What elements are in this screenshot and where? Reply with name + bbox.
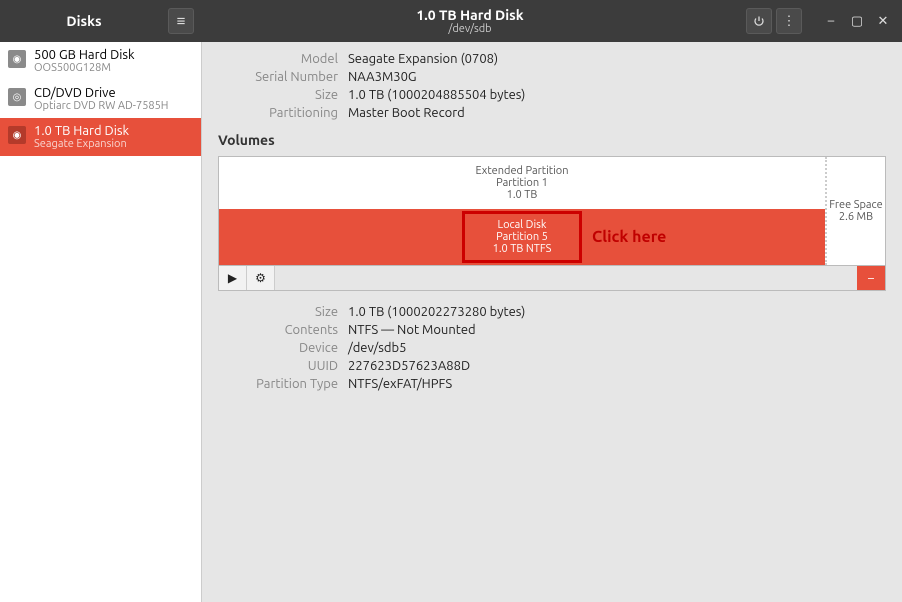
delete-partition-button[interactable]: – <box>857 266 885 290</box>
volumes-diagram: Extended Partition Partition 1 1.0 TB Lo… <box>218 156 886 266</box>
volume-logical-selected[interactable]: Local Disk Partition 5 1.0 TB NTFS Click… <box>219 209 825 265</box>
drive-info: Model Seagate Expansion (0708) Serial Nu… <box>218 52 886 120</box>
sidebar-item-disk-0[interactable]: ◉ 500 GB Hard Disk OOS500G128M <box>0 42 201 80</box>
volumes-toolbar: ▶ ⚙ – <box>218 266 886 291</box>
sidebar-item-label: 500 GB Hard Disk <box>34 48 135 62</box>
app-title: Disks <box>8 13 160 29</box>
power-button[interactable] <box>746 8 772 34</box>
p-device-value: /dev/sdb5 <box>348 341 886 355</box>
p-device-label: Device <box>218 341 338 355</box>
p-uuid-label: UUID <box>218 359 338 373</box>
kebab-icon: ⋮ <box>783 14 796 29</box>
sidebar-item-label: CD/DVD Drive <box>34 86 168 100</box>
partitioning-value: Master Boot Record <box>348 106 886 120</box>
partition-info: Size 1.0 TB (1000202273280 bytes) Conten… <box>218 305 886 391</box>
volume-extended[interactable]: Extended Partition Partition 1 1.0 TB Lo… <box>219 157 825 265</box>
window-subtitle: /dev/sdb <box>202 23 738 35</box>
p-contents-value: NTFS — Not Mounted <box>348 323 886 337</box>
content: ◉ 500 GB Hard Disk OOS500G128M ◎ CD/DVD … <box>0 42 902 602</box>
sidebar-item-sublabel: Optiarc DVD RW AD-7585H <box>34 100 168 112</box>
volume-free-space[interactable]: Free Space 2.6 MB <box>825 157 885 265</box>
sidebar: ◉ 500 GB Hard Disk OOS500G128M ◎ CD/DVD … <box>0 42 202 602</box>
p-contents-label: Contents <box>218 323 338 337</box>
volumes-header: Volumes <box>218 132 886 148</box>
size-label: Size <box>218 88 338 102</box>
model-value: Seagate Expansion (0708) <box>348 52 886 66</box>
sidebar-item-disk-2[interactable]: ◉ 1.0 TB Hard Disk Seagate Expansion <box>0 118 201 156</box>
close-button[interactable]: ✕ <box>872 8 894 34</box>
power-icon <box>753 15 765 27</box>
p-size-label: Size <box>218 305 338 319</box>
minimize-icon: – <box>828 14 834 28</box>
serial-value: NAA3M30G <box>348 70 886 84</box>
volume-extended-header: Extended Partition Partition 1 1.0 TB <box>219 157 825 209</box>
partition-options-button[interactable]: ⚙ <box>247 266 275 290</box>
drive-menu-button[interactable]: ⋮ <box>776 8 802 34</box>
main-panel: Model Seagate Expansion (0708) Serial Nu… <box>202 42 902 602</box>
p-size-value: 1.0 TB (1000202273280 bytes) <box>348 305 886 319</box>
maximize-icon: ▢ <box>851 14 863 29</box>
titlebar-right: ⋮ – ▢ ✕ <box>738 8 902 34</box>
minimize-button[interactable]: – <box>820 8 842 34</box>
hdd-icon: ◉ <box>8 126 26 144</box>
gears-icon: ⚙ <box>255 271 266 285</box>
sidebar-menu-button[interactable]: ≡ <box>168 8 194 34</box>
mount-button[interactable]: ▶ <box>219 266 247 290</box>
serial-label: Serial Number <box>218 70 338 84</box>
close-icon: ✕ <box>878 14 889 29</box>
partitioning-label: Partitioning <box>218 106 338 120</box>
sidebar-item-sublabel: Seagate Expansion <box>34 138 129 150</box>
play-icon: ▶ <box>228 271 237 285</box>
p-type-label: Partition Type <box>218 377 338 391</box>
minus-icon: – <box>868 272 874 285</box>
sidebar-item-disk-1[interactable]: ◎ CD/DVD Drive Optiarc DVD RW AD-7585H <box>0 80 201 118</box>
model-label: Model <box>218 52 338 66</box>
cd-icon: ◎ <box>8 88 26 106</box>
sidebar-item-label: 1.0 TB Hard Disk <box>34 124 129 138</box>
maximize-button[interactable]: ▢ <box>846 8 868 34</box>
sidebar-item-sublabel: OOS500G128M <box>34 62 135 74</box>
p-type-value: NTFS/exFAT/HPFS <box>348 377 886 391</box>
p-uuid-value: 227623D57623A88D <box>348 359 886 373</box>
hdd-icon: ◉ <box>8 50 26 68</box>
window-title: 1.0 TB Hard Disk <box>202 7 738 23</box>
titlebar-left: Disks ≡ <box>0 8 202 34</box>
titlebar: Disks ≡ 1.0 TB Hard Disk /dev/sdb ⋮ – ▢ … <box>0 0 902 42</box>
size-value: 1.0 TB (1000204885504 bytes) <box>348 88 886 102</box>
titlebar-center: 1.0 TB Hard Disk /dev/sdb <box>202 7 738 35</box>
